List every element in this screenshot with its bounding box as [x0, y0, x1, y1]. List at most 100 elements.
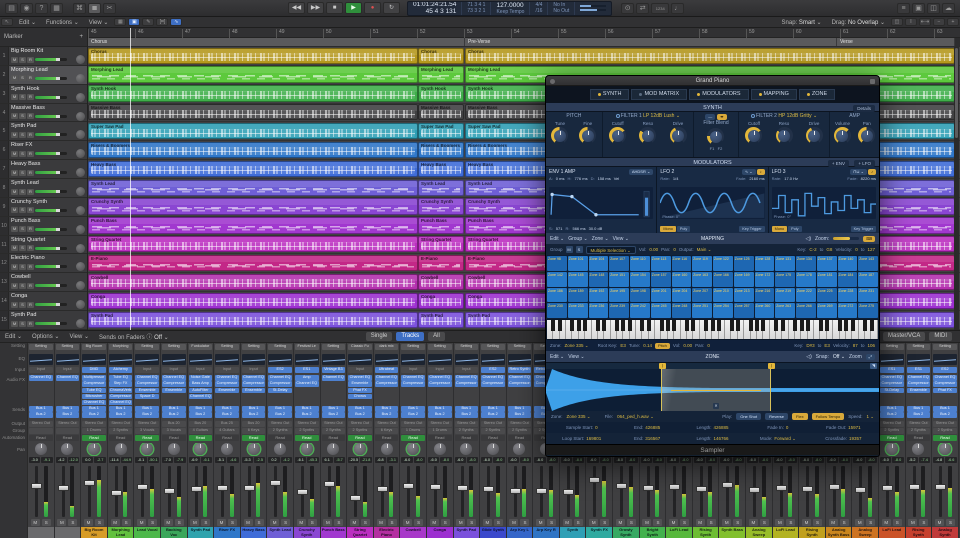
fader-cap[interactable]: [829, 484, 840, 490]
strip-solo-button[interactable]: S: [627, 519, 636, 526]
zone-cell[interactable]: Zone 145: [568, 272, 588, 287]
track-pan-knob[interactable]: [76, 244, 85, 253]
strip-solo-button[interactable]: S: [148, 519, 157, 526]
send-slot[interactable]: Bus 1: [880, 406, 904, 412]
tab-modulators[interactable]: MODULATORS: [689, 89, 748, 100]
region[interactable]: E-Piano: [88, 255, 418, 271]
mute-button[interactable]: M: [11, 94, 18, 100]
fader-cap[interactable]: [696, 486, 707, 492]
send-slot[interactable]: Bus 2: [375, 412, 399, 418]
strip-solo-button[interactable]: S: [441, 519, 450, 526]
replace-icon[interactable]: ⇄: [636, 3, 649, 14]
strip-solo-button[interactable]: S: [255, 519, 264, 526]
piano-black-key[interactable]: [570, 320, 574, 331]
audio-fx-slot[interactable]: Compressor: [109, 394, 133, 400]
automation-mode-button[interactable]: Read: [880, 435, 904, 441]
channel-setting-button[interactable]: Setting: [162, 344, 186, 350]
audio-fx-slot[interactable]: Compressor: [401, 381, 425, 387]
mapping-menu[interactable]: Group ⌄: [568, 236, 587, 242]
automation-mode-button[interactable]: Read: [295, 435, 319, 441]
lfo2-key-trigger-button[interactable]: Key Trigger: [739, 226, 764, 232]
group-slot[interactable]: 3 Vocals: [135, 428, 159, 434]
send-slot[interactable]: Bus 2: [242, 412, 266, 418]
output-slot[interactable]: Stereo Out: [481, 421, 505, 427]
region[interactable]: Crunchy Synth: [88, 198, 418, 214]
send-slot[interactable]: Bus 2: [109, 412, 133, 418]
sample-field[interactable]: End:426885: [616, 425, 677, 430]
record-enable-button[interactable]: R: [27, 132, 34, 138]
track-volume-slider[interactable]: [35, 247, 67, 250]
solo-button[interactable]: S: [19, 302, 26, 308]
zoom-slider2-icon[interactable]: +: [947, 18, 959, 26]
fader-cap[interactable]: [58, 485, 69, 491]
audio-fx-slot[interactable]: Channel EQ: [82, 400, 106, 405]
link-icon[interactable]: [870, 79, 875, 84]
reverse-button[interactable]: Reverse: [765, 413, 788, 420]
audio-fx-slot[interactable]: ChromaVerb: [109, 388, 133, 394]
zone-cell[interactable]: Zone 110: [630, 256, 650, 271]
channel-setting-button[interactable]: dark mix: [375, 344, 399, 350]
group-output-menu[interactable]: Main ⌄: [697, 247, 712, 253]
strip-mute-button[interactable]: M: [908, 519, 917, 526]
zone-cell[interactable]: Zone 101: [568, 256, 588, 271]
region[interactable]: Cowbell: [418, 274, 464, 290]
track-pan-knob[interactable]: [76, 112, 85, 121]
audio-fx-slot[interactable]: Ensemble: [135, 388, 159, 394]
audio-fx-slot[interactable]: Channel EQ: [401, 375, 425, 381]
zone-cell[interactable]: Zone 239: [609, 303, 629, 318]
send-slot[interactable]: Bus 1: [82, 406, 106, 412]
channel-name-label[interactable]: Electric Piano: [374, 527, 400, 538]
sample-field[interactable]: Fade Out:15971: [813, 425, 874, 430]
track-pan-knob[interactable]: [76, 187, 85, 196]
cycle-button[interactable]: ↻: [383, 2, 400, 14]
mute-button[interactable]: M: [11, 207, 18, 213]
strip-solo-button[interactable]: S: [467, 519, 476, 526]
region[interactable]: Chorus: [418, 48, 464, 64]
automation-mode-button[interactable]: Read: [401, 435, 425, 441]
zone-cell[interactable]: Zone 225: [817, 288, 837, 303]
zone-cell[interactable]: Zone 154: [630, 272, 650, 287]
send-slot[interactable]: Bus 2: [295, 412, 319, 418]
zone-cell[interactable]: Zone 175: [775, 272, 795, 287]
channel-eq-thumbnail[interactable]: [295, 354, 319, 365]
strip-mute-button[interactable]: M: [696, 519, 705, 526]
fader-track[interactable]: [434, 466, 437, 517]
send-slot[interactable]: Bus 2: [933, 412, 957, 418]
fader-cap[interactable]: [643, 485, 654, 491]
fader-track[interactable]: [354, 466, 357, 517]
tab-enable-dot[interactable]: [639, 93, 642, 96]
synth-section-header[interactable]: SYNTH Details: [546, 102, 879, 112]
track-volume-slider[interactable]: [35, 133, 67, 136]
output-slot[interactable]: Stereo Out: [82, 421, 106, 427]
audio-fx-slot[interactable]: Channel EQ: [375, 375, 399, 381]
channel-strip[interactable]: SettingES2Channel EQCompressorBus 1Bus 2…: [480, 343, 507, 538]
channel-strip[interactable]: SettingES2Channel EQCompressorPhat FXBus…: [932, 343, 959, 538]
fader-cap[interactable]: [137, 484, 148, 490]
filter2-type-menu[interactable]: HP 12dB Gritty ⌄: [778, 113, 817, 119]
track-pan-knob[interactable]: [76, 319, 85, 328]
region[interactable]: Chorus: [465, 48, 955, 64]
zone-cell[interactable]: Zone 128: [755, 256, 775, 271]
channel-eq-thumbnail[interactable]: [375, 354, 399, 365]
snap-menu[interactable]: Snap: Smart ⌄: [782, 19, 822, 26]
zone-cell[interactable]: Zone 210: [713, 288, 733, 303]
fader-cap[interactable]: [483, 486, 494, 492]
pan-knob[interactable]: [354, 443, 366, 455]
fader-cap[interactable]: [111, 490, 122, 496]
channel-name-label[interactable]: Analog Sweep: [746, 527, 772, 538]
fader-cap[interactable]: [297, 489, 308, 495]
audio-fx-slot[interactable]: Bitcrusher: [82, 394, 106, 400]
rewind-button[interactable]: ◀◀: [288, 2, 305, 14]
loop-remove-icon[interactable]: ✕: [713, 403, 719, 409]
track-volume-slider[interactable]: [35, 96, 67, 99]
zone-snap-menu[interactable]: Off ⌄: [833, 354, 845, 360]
group-selection-menu[interactable]: Multiple Selection ⌄: [586, 246, 636, 254]
strip-mute-button[interactable]: M: [882, 519, 891, 526]
strip-mute-button[interactable]: M: [377, 519, 386, 526]
zone-zoom-fit-icon[interactable]: ⤢: [866, 354, 875, 360]
channel-name-label[interactable]: LoFi Lead: [879, 527, 905, 538]
automation-mode-button[interactable]: Read: [348, 435, 372, 441]
zone-cell[interactable]: Zone 137: [817, 256, 837, 271]
region[interactable]: Heavy Bass: [88, 161, 418, 177]
audio-fx-slot[interactable]: Multipressor: [82, 375, 106, 381]
